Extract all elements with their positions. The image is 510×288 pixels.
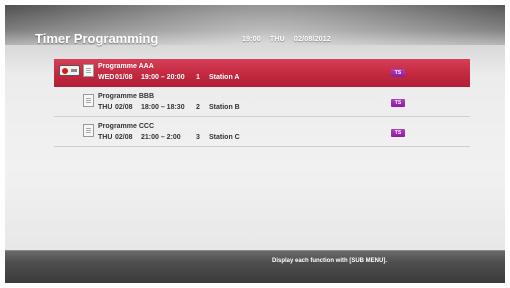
programme-name: Programme AAA [98, 63, 154, 70]
programme-day: THU [98, 134, 113, 141]
clock-date: 02/08/2012 [293, 36, 331, 43]
programme-station: Station B [209, 104, 240, 111]
programme-date: 01/08 [115, 74, 133, 81]
programme-time: 19:00 – 20:00 [141, 74, 185, 81]
record-icon [59, 65, 80, 76]
ts-badge: TS [391, 69, 405, 77]
clock-display: 19:00 THU 02/08/2012 [242, 36, 340, 43]
ts-badge: TS [391, 129, 405, 137]
timer-row-3[interactable]: Programme CCC THU 02/08 21:00 – 2:00 3 Stati… [54, 119, 470, 147]
tv-screen: Timer Programming 19:00 THU 02/08/2012 Pro… [5, 5, 505, 283]
document-icon [83, 64, 94, 77]
programme-info: THU 02/08 21:00 – 2:00 3 Station C [98, 134, 240, 141]
clock-day: THU [269, 36, 285, 43]
programme-day: WED [98, 74, 115, 81]
programme-day: THU [98, 104, 113, 111]
timer-row-2[interactable]: Programme BBB THU 02/08 18:00 – 18:30 2 Stat… [54, 89, 470, 117]
page-title: Timer Programming [35, 31, 159, 46]
ts-badge: TS [391, 99, 405, 107]
programme-time: 18:00 – 18:30 [141, 104, 185, 111]
document-icon [83, 94, 94, 107]
programme-time: 21:00 – 2:00 [141, 134, 181, 141]
programme-date: 02/08 [115, 134, 133, 141]
footer-hint: Display each function with [SUB MENU]. [272, 258, 388, 264]
programme-date: 02/08 [115, 104, 133, 111]
programme-info: WED01/08 19:00 – 20:00 1 Station A [98, 74, 239, 81]
programme-channel: 3 [196, 134, 200, 141]
programme-station: Station C [209, 134, 240, 141]
programme-name: Programme BBB [98, 93, 155, 100]
programme-channel: 2 [196, 104, 200, 111]
document-icon [83, 124, 94, 137]
programme-channel: 1 [196, 74, 200, 81]
programme-station: Station A [209, 74, 240, 81]
programme-info: THU 02/08 18:00 – 18:30 2 Station B [98, 104, 240, 111]
programme-name: Programme CCC [98, 123, 155, 130]
footer-bar: Display each function with [SUB MENU]. [5, 250, 505, 283]
timer-list: Programme AAA WED01/08 19:00 – 20:00 1 Stat… [54, 59, 470, 149]
timer-row-1[interactable]: Programme AAA WED01/08 19:00 – 20:00 1 Stat… [54, 59, 470, 87]
clock-time: 19:00 [242, 36, 261, 43]
